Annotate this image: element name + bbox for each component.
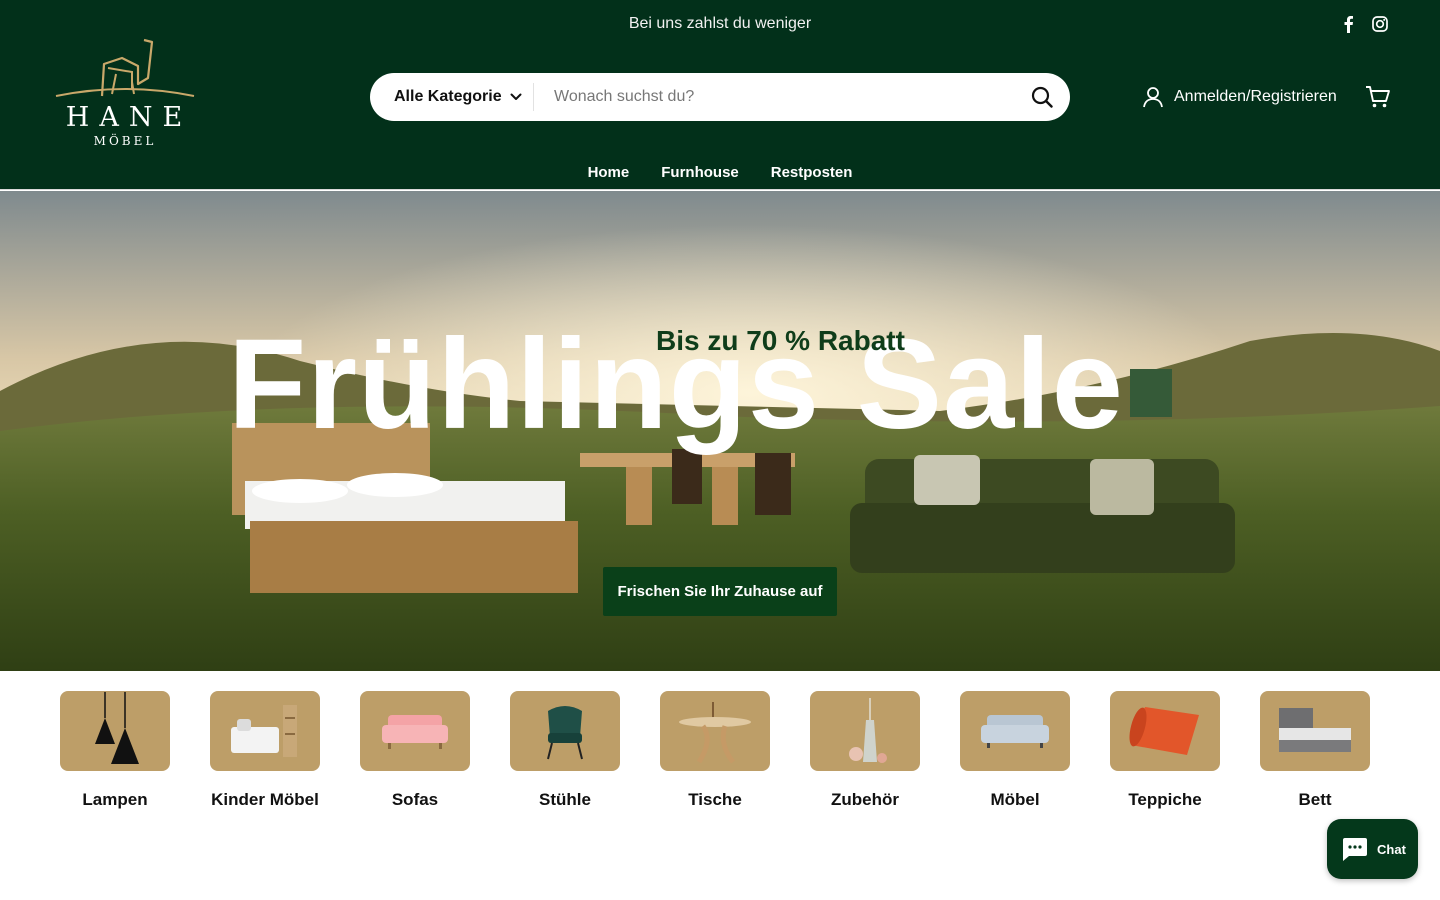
category-tische[interactable]: Tische xyxy=(660,691,770,813)
category-label: Lampen xyxy=(82,790,148,809)
search-input[interactable] xyxy=(534,74,1014,120)
category-strip: Lampen Kinder Möbel Sofas Stühle Tische … xyxy=(0,691,1440,851)
site-header: Bei uns zahlst du weniger HANE MÖBEL All… xyxy=(0,0,1440,190)
main-nav: Home Furnhouse Restposten xyxy=(0,156,1440,190)
category-label: Möbel xyxy=(990,790,1040,809)
category-kinder-moebel[interactable]: Kinder Möbel xyxy=(210,691,320,813)
category-label: Sofas xyxy=(391,790,439,809)
vase-icon xyxy=(810,691,920,771)
category-label: Teppiche xyxy=(1128,790,1202,809)
sofa-icon xyxy=(360,691,470,771)
nav-item-home[interactable]: Home xyxy=(588,156,630,190)
category-label: Zubehör xyxy=(831,790,899,809)
logo-brand-text: HANE xyxy=(65,102,193,133)
category-moebel[interactable]: Möbel xyxy=(960,691,1070,813)
brand-logo[interactable]: HANE MÖBEL xyxy=(52,38,198,150)
logo-sub-text: MÖBEL xyxy=(93,134,157,148)
category-lampen[interactable]: Lampen xyxy=(60,691,170,813)
hero-banner[interactable]: Frühlings Sale Bis zu 70 % Rabatt Frisch… xyxy=(0,191,1440,671)
bed-icon xyxy=(1260,691,1370,771)
category-bett[interactable]: Bett xyxy=(1260,691,1370,813)
category-stuehle[interactable]: Stühle xyxy=(510,691,620,813)
search-bar: Alle Kategorie xyxy=(370,73,1070,121)
cart-icon[interactable] xyxy=(1364,84,1392,110)
account-label: Anmelden/Registrieren xyxy=(1174,88,1337,105)
category-sofas[interactable]: Sofas xyxy=(360,691,470,813)
chevron-down-icon xyxy=(510,93,522,101)
announcement-bar: Bei uns zahlst du weniger xyxy=(628,15,812,32)
search-button[interactable] xyxy=(1014,73,1070,121)
couch-icon xyxy=(960,691,1070,771)
table-icon xyxy=(660,691,770,771)
chat-button[interactable]: Chat xyxy=(1327,819,1418,879)
instagram-icon[interactable] xyxy=(1370,14,1390,34)
rug-icon xyxy=(1110,691,1220,771)
category-dropdown-label: Alle Kategorie xyxy=(394,88,502,105)
facebook-icon[interactable] xyxy=(1338,14,1358,34)
account-link[interactable]: Anmelden/Registrieren xyxy=(1142,84,1337,110)
kids-furniture-icon xyxy=(210,691,320,771)
user-icon xyxy=(1142,86,1164,108)
category-label: Kinder Möbel xyxy=(211,790,319,809)
category-label: Stühle xyxy=(539,790,591,809)
category-label: Tische xyxy=(688,790,742,809)
chat-label: Chat xyxy=(1377,841,1406,857)
chat-bubble-icon xyxy=(1339,836,1369,862)
nav-item-furnhouse[interactable]: Furnhouse xyxy=(661,156,739,190)
hero-cta-button[interactable]: Frischen Sie Ihr Zuhause auf xyxy=(603,567,837,616)
category-dropdown[interactable]: Alle Kategorie xyxy=(370,83,534,111)
category-label: Bett xyxy=(1298,790,1332,809)
hero-subtitle: Bis zu 70 % Rabatt xyxy=(656,325,905,356)
category-teppiche[interactable]: Teppiche xyxy=(1110,691,1220,813)
chair-icon xyxy=(510,691,620,771)
search-icon xyxy=(1031,86,1053,108)
nav-item-restposten[interactable]: Restposten xyxy=(771,156,853,190)
lamp-icon xyxy=(60,691,170,771)
category-zubehoer[interactable]: Zubehör xyxy=(810,691,920,813)
